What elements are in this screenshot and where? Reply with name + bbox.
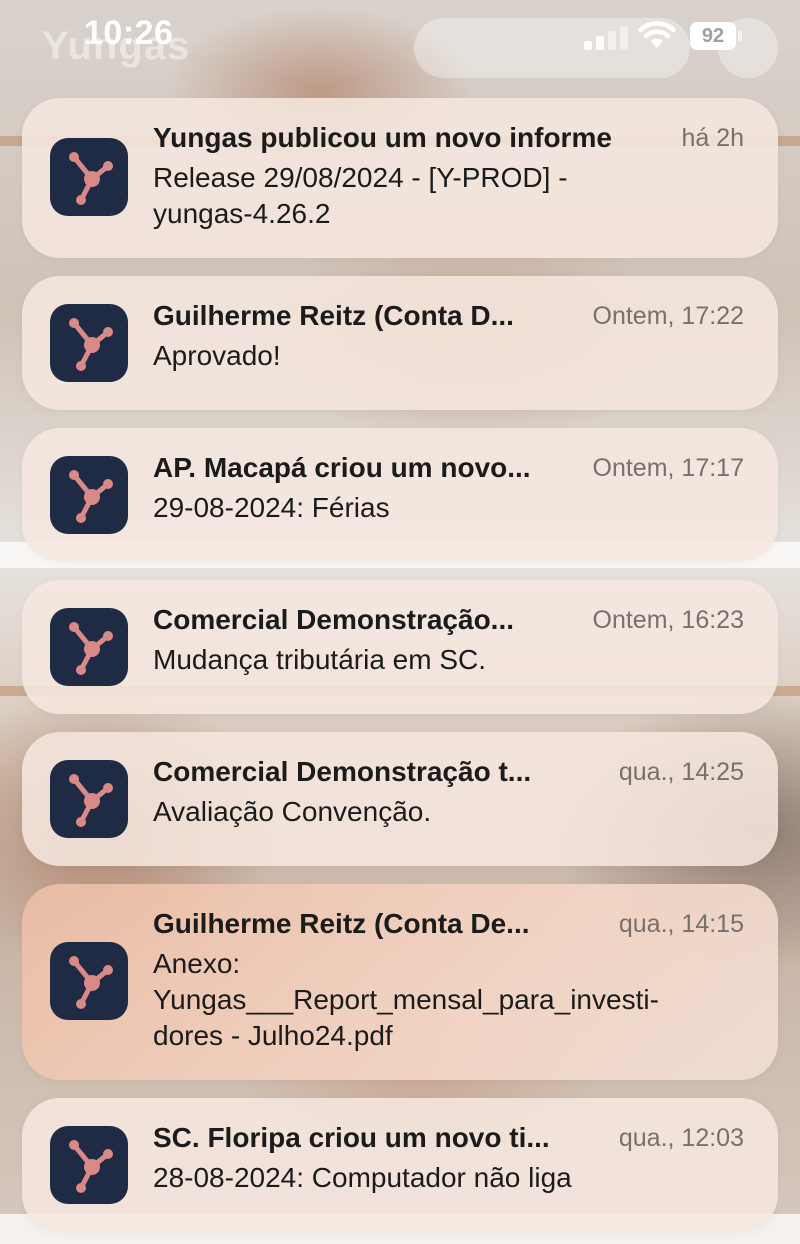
yungas-app-icon (50, 304, 128, 382)
yungas-app-icon (50, 1126, 128, 1204)
notification-body-line: 29-08-2024: Férias (153, 492, 390, 523)
notification-time: Ontem, 17:17 (592, 454, 744, 482)
notification-title: Guilherme Reitz (Conta De... (153, 908, 530, 939)
yungas-app-icon (50, 456, 128, 534)
notification-body-line: 28-08-2024: Computador não liga (153, 1162, 572, 1193)
notification-title: AP. Macapá criou um novo... (153, 452, 531, 483)
notification-time: qua., 12:03 (618, 1124, 744, 1152)
notification-body: Anexo: Yungas___Report_mensal_para_inves… (153, 946, 743, 1054)
notification-body: 29-08-2024: Férias (153, 490, 743, 526)
notification-title: Yungas publicou um novo informe (153, 122, 612, 153)
notification-title: Comercial Demonstração... (153, 604, 515, 635)
yungas-app-icon (50, 760, 128, 838)
notification-card[interactable]: Guilherme Reitz (Conta D... Ontem, 17:22… (22, 276, 778, 410)
notification-card[interactable]: Comercial Demonstração... Ontem, 16:23 M… (22, 580, 778, 714)
notification-body: Release 29/08/2024 - [Y-PROD] - yungas-4… (153, 160, 743, 232)
notification-card[interactable]: Comercial Demonstração t... qua., 14:25 … (22, 732, 778, 866)
yungas-app-icon (50, 608, 128, 686)
notification-body-line: Release 29/08/2024 - [Y-PROD] - (153, 162, 568, 193)
notification-card[interactable]: SC. Floripa criou um novo ti... qua., 12… (22, 1098, 778, 1232)
notification-body-line: Yungas___Report_mensal_para_investi- (153, 984, 659, 1015)
notification-body: Avaliação Convenção. (153, 794, 743, 830)
notification-time: qua., 14:15 (618, 910, 744, 938)
notification-body-line: Avaliação Convenção. (153, 796, 432, 827)
notification-body-line: dores - Julho24.pdf (153, 1020, 393, 1051)
notification-list: Yungas publicou um novo informe há 2h Re… (0, 0, 800, 1244)
notification-body-line: Aprovado! (153, 340, 281, 371)
notification-body: Aprovado! (153, 338, 743, 374)
notification-card[interactable]: AP. Macapá criou um novo... Ontem, 17:17… (22, 428, 778, 562)
notification-body: 28-08-2024: Computador não liga (153, 1160, 743, 1196)
notification-title: Comercial Demonstração t... (153, 756, 532, 787)
notification-card[interactable]: Guilherme Reitz (Conta De... qua., 14:15… (22, 884, 778, 1080)
yungas-app-icon (50, 942, 128, 1020)
notification-time: Ontem, 16:23 (592, 606, 744, 634)
notification-title: SC. Floripa criou um novo ti... (153, 1122, 550, 1153)
notification-time: há 2h (681, 124, 744, 152)
notification-card[interactable]: Yungas publicou um novo informe há 2h Re… (22, 98, 778, 258)
notification-time: qua., 14:25 (618, 758, 744, 786)
notification-body-line: Anexo: (153, 948, 241, 979)
notification-title: Guilherme Reitz (Conta D... (153, 300, 514, 331)
notification-body-line: yungas-4.26.2 (153, 198, 331, 229)
notification-body-line: Mudança tributária em SC. (153, 644, 487, 675)
yungas-app-icon (50, 138, 128, 216)
notification-time: Ontem, 17:22 (592, 302, 744, 330)
notification-body: Mudança tributária em SC. (153, 642, 743, 678)
